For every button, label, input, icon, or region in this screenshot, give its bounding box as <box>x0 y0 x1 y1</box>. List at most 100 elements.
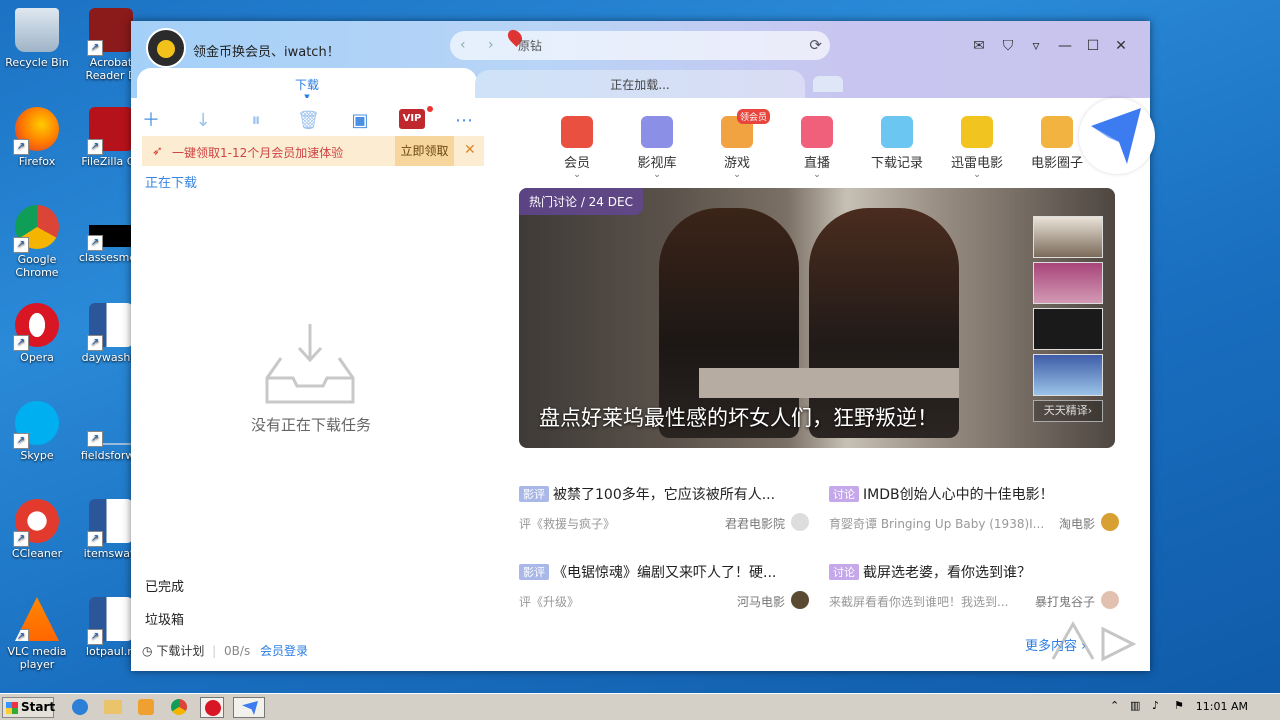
more-icon[interactable]: ⋯ <box>453 110 475 132</box>
daily-picks-button[interactable]: 天天精译› <box>1033 400 1103 422</box>
desktop-icon-label: Recycle Bin <box>5 56 69 69</box>
chevron-down-icon: ⌄ <box>973 170 981 180</box>
hero-thumbnail[interactable] <box>1033 262 1103 304</box>
hero-tag: 热门讨论 / 24 DEC <box>519 188 643 215</box>
news-author[interactable]: 河马电影 <box>737 593 785 610</box>
news-item[interactable]: 影评 被禁了100多年，它应该被所有人... 评《救援与疯子》 君君电影院 <box>519 484 809 533</box>
category-xunlei-movies[interactable]: 迅雷电影 ⌄ <box>942 116 1012 180</box>
search-bar: ‹ › ⟳ <box>450 27 830 60</box>
movie-star-icon <box>961 116 993 148</box>
desktop-icon-firefox[interactable]: Firefox <box>2 107 72 168</box>
downloading-category[interactable]: 正在下载 <box>145 172 197 191</box>
close-icon[interactable]: ✕ <box>464 142 476 158</box>
download-panel: ＋ ↓ ⏸ 🗑 ▣ VIP ⋯ ➶ 一键领取1-12个月会员加速体验 立即领取 … <box>131 98 491 671</box>
tab-loading[interactable]: 正在加载... <box>475 70 805 98</box>
circle-icon <box>1041 116 1073 148</box>
add-icon[interactable]: ＋ <box>140 110 162 132</box>
hero-thumbnail[interactable] <box>1033 308 1103 350</box>
hero-thumbnail[interactable] <box>1033 216 1103 258</box>
word-document-icon <box>87 303 133 351</box>
desktop-icon-label: Opera <box>20 351 54 364</box>
flag-icon[interactable]: ⚑ <box>1174 699 1184 712</box>
desktop-icon-chrome[interactable]: Google Chrome <box>2 205 72 279</box>
trash-category[interactable]: 垃圾箱 <box>145 609 184 628</box>
vip-icon[interactable]: VIP <box>399 109 425 129</box>
news-tag: 讨论 <box>829 486 859 502</box>
tab-label: 下载 <box>294 78 319 92</box>
menu-icon[interactable]: ▿ <box>1028 38 1044 54</box>
shirt-icon[interactable]: ⛉ <box>1000 38 1016 54</box>
completed-category[interactable]: 已完成 <box>145 576 184 595</box>
forward-icon[interactable]: › <box>488 37 494 53</box>
news-title[interactable]: 《电锯惊魂》编剧又来吓人了！硬... <box>553 565 776 581</box>
chevron-up-icon[interactable]: ⌃ <box>1110 699 1119 712</box>
promo-banner: ➶ 一键领取1-12个月会员加速体验 立即领取 ✕ <box>142 136 484 166</box>
news-item[interactable]: 影评 《电锯惊魂》编剧又来吓人了！硬... 评《升级》 河马电影 <box>519 562 809 611</box>
user-avatar[interactable] <box>146 28 186 68</box>
new-tab-button[interactable] <box>813 76 843 92</box>
claim-now-button[interactable]: 立即领取 <box>395 136 454 166</box>
desktop-icon-recycle-bin[interactable]: Recycle Bin <box>2 8 72 69</box>
chevron-down-icon: ⌄ <box>573 170 581 180</box>
hero-banner[interactable]: 热门讨论 / 24 DEC 盘点好莱坞最性感的坏女人们，狂野叛逆！ 天天精译› <box>519 188 1115 448</box>
pause-icon[interactable]: ⏸ <box>245 110 267 132</box>
minimize-icon[interactable]: — <box>1057 38 1073 54</box>
thunder-taskbar-icon[interactable] <box>233 697 265 718</box>
hero-thumbnail[interactable] <box>1033 354 1103 396</box>
maximize-icon[interactable]: ☐ <box>1085 38 1101 54</box>
news-item[interactable]: 讨论 IMDB创始人心中的十佳电影！ 育婴奇谭 Bringing Up Baby … <box>829 484 1119 533</box>
home-content: 会员 ⌄ 影视库 ⌄ 游戏 ⌄ 领会员 直播 ⌄ 下载记录 迅雷电影 ⌄ 电影圈… <box>491 98 1155 671</box>
delete-icon[interactable]: 🗑 <box>297 110 320 132</box>
back-icon[interactable]: ‹ <box>460 37 466 53</box>
recycle-bin-icon <box>15 8 59 52</box>
category-live[interactable]: 直播 ⌄ <box>782 116 852 180</box>
start-label: Start <box>21 700 56 714</box>
news-tag: 影评 <box>519 564 549 580</box>
desktop-icon-ccleaner[interactable]: CCleaner <box>2 499 72 560</box>
tab-download[interactable]: 下载 ▼ <box>137 68 477 101</box>
ccleaner-icon <box>13 499 59 547</box>
clock-icon: ◷ <box>142 644 153 658</box>
thunder-bird-logo[interactable] <box>1079 98 1155 174</box>
word-document-icon <box>87 499 133 547</box>
chrome-taskbar-icon[interactable] <box>167 697 191 718</box>
desktop-icon-label: VLC media player <box>7 645 67 671</box>
desktop-icon-opera[interactable]: Opera <box>2 303 72 364</box>
hero-title[interactable]: 盘点好莱坞最性感的坏女人们，狂野叛逆！ <box>539 402 938 432</box>
news-item[interactable]: 讨论 截屏选老婆，看你选到谁？ 来截屏看看你选到谁吧！我选到... 暴打鬼谷子 <box>829 562 1119 611</box>
author-avatar <box>791 591 809 609</box>
phone-icon[interactable]: ▣ <box>349 110 371 132</box>
close-icon[interactable]: ✕ <box>1113 38 1129 54</box>
volume-icon[interactable]: ♪ <box>1152 699 1159 712</box>
media-player-taskbar-icon[interactable] <box>134 697 158 718</box>
download-plan-link[interactable]: 下载计划 <box>156 644 204 658</box>
windows-logo-icon <box>6 702 18 714</box>
opera-taskbar-icon[interactable] <box>200 697 224 718</box>
news-title[interactable]: IMDB创始人心中的十佳电影！ <box>863 487 1054 503</box>
clock[interactable]: 11:01 AM <box>1196 700 1248 713</box>
desktop-icon-vlc[interactable]: VLC media player <box>2 597 72 671</box>
search-input[interactable] <box>518 36 788 56</box>
refresh-icon[interactable]: ⟳ <box>809 36 822 54</box>
news-title[interactable]: 截屏选老婆，看你选到谁？ <box>863 565 1031 581</box>
system-tray: ⌃ ▥ ♪ ⚑ 11:01 AM <box>1104 696 1274 718</box>
cloud-icon <box>881 116 913 148</box>
news-title[interactable]: 被禁了100多年，它应该被所有人... <box>553 487 775 503</box>
desktop-icon-skype[interactable]: Skype <box>2 401 72 462</box>
promo-title[interactable]: 领金币换会员、iwatch！ <box>193 41 340 60</box>
mail-icon[interactable]: ✉ <box>971 38 987 54</box>
news-author[interactable]: 君君电影院 <box>725 515 785 532</box>
category-member[interactable]: 会员 ⌄ <box>542 116 612 180</box>
start-button[interactable]: Start <box>2 697 56 718</box>
news-author[interactable]: 暴打鬼谷子 <box>1035 593 1095 610</box>
category-film-library[interactable]: 影视库 ⌄ <box>622 116 692 180</box>
news-author[interactable]: 淘电影 <box>1059 515 1095 532</box>
category-games[interactable]: 游戏 ⌄ <box>702 116 772 180</box>
explorer-taskbar-icon[interactable] <box>101 697 125 718</box>
download-icon[interactable]: ↓ <box>192 110 214 132</box>
network-icon[interactable]: ▥ <box>1130 699 1140 712</box>
firefox-icon <box>13 107 59 155</box>
member-login-link[interactable]: 会员登录 <box>260 644 308 658</box>
ie-taskbar-icon[interactable] <box>68 697 92 718</box>
category-download-history[interactable]: 下载记录 <box>862 116 932 171</box>
